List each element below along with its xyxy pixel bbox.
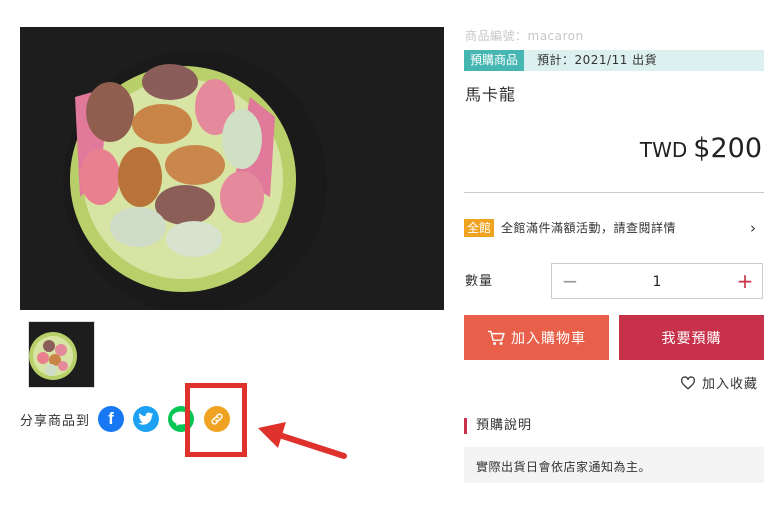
promo-text[interactable]: 全館滿件滿額活動，請查閱詳情 — [501, 219, 676, 237]
product-name: 馬卡龍 — [465, 85, 517, 104]
add-to-cart-label: 加入購物車 — [511, 330, 586, 347]
preorder-note-title: 預購說明 — [476, 418, 533, 433]
heart-icon — [681, 375, 695, 390]
preorder-button[interactable]: 我要預購 — [619, 315, 764, 360]
preorder-badge: 預購商品 — [464, 50, 525, 71]
note-accent-bar — [464, 418, 467, 434]
product-sku: 商品編號：macaron — [465, 29, 584, 43]
share-label: 分享商品到 — [20, 414, 91, 429]
highlight-box — [185, 383, 247, 457]
quantity-increase-button[interactable]: + — [735, 268, 755, 294]
cart-icon — [488, 330, 505, 345]
ship-date: 預計：2021/11 出貨 — [537, 53, 658, 67]
twitter-icon[interactable] — [133, 406, 159, 432]
favorites-label: 加入收藏 — [702, 377, 759, 392]
add-to-cart-button[interactable]: 加入購物車 — [464, 315, 609, 360]
quantity-input[interactable]: 1 — [640, 274, 674, 290]
promo-badge: 全館 — [464, 219, 495, 237]
product-main-image — [20, 27, 444, 310]
product-price: TWD $200 — [640, 133, 762, 164]
preorder-note-text: 實際出貨日會依店家通知為主。 — [476, 460, 652, 474]
add-to-favorites-button[interactable]: 加入收藏 — [680, 373, 758, 392]
price-value: $200 — [693, 133, 762, 164]
facebook-icon[interactable]: f — [98, 406, 124, 432]
divider — [464, 192, 764, 193]
quantity-decrease-button[interactable]: − — [560, 268, 580, 294]
price-currency: TWD — [639, 138, 688, 162]
quantity-label: 數量 — [465, 274, 494, 289]
chevron-right-icon[interactable]: › — [750, 218, 756, 238]
pointer-arrow — [256, 420, 348, 470]
product-thumbnail[interactable] — [28, 321, 95, 388]
